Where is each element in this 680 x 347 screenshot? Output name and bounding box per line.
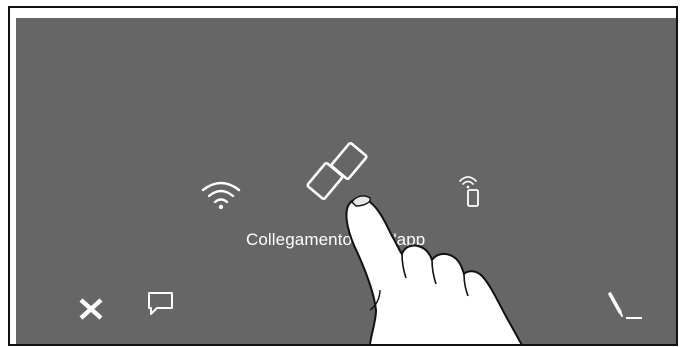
- wifi-icon[interactable]: [200, 178, 242, 212]
- message-icon: [148, 292, 173, 315]
- close-icon: [79, 298, 103, 320]
- pen-icon: [608, 292, 642, 319]
- hand-illustration: [340, 180, 550, 344]
- device-frame: Collegamento con l'app: [8, 6, 678, 346]
- edit-button[interactable]: [604, 290, 644, 324]
- close-button[interactable]: [76, 296, 108, 322]
- message-button[interactable]: [146, 290, 176, 318]
